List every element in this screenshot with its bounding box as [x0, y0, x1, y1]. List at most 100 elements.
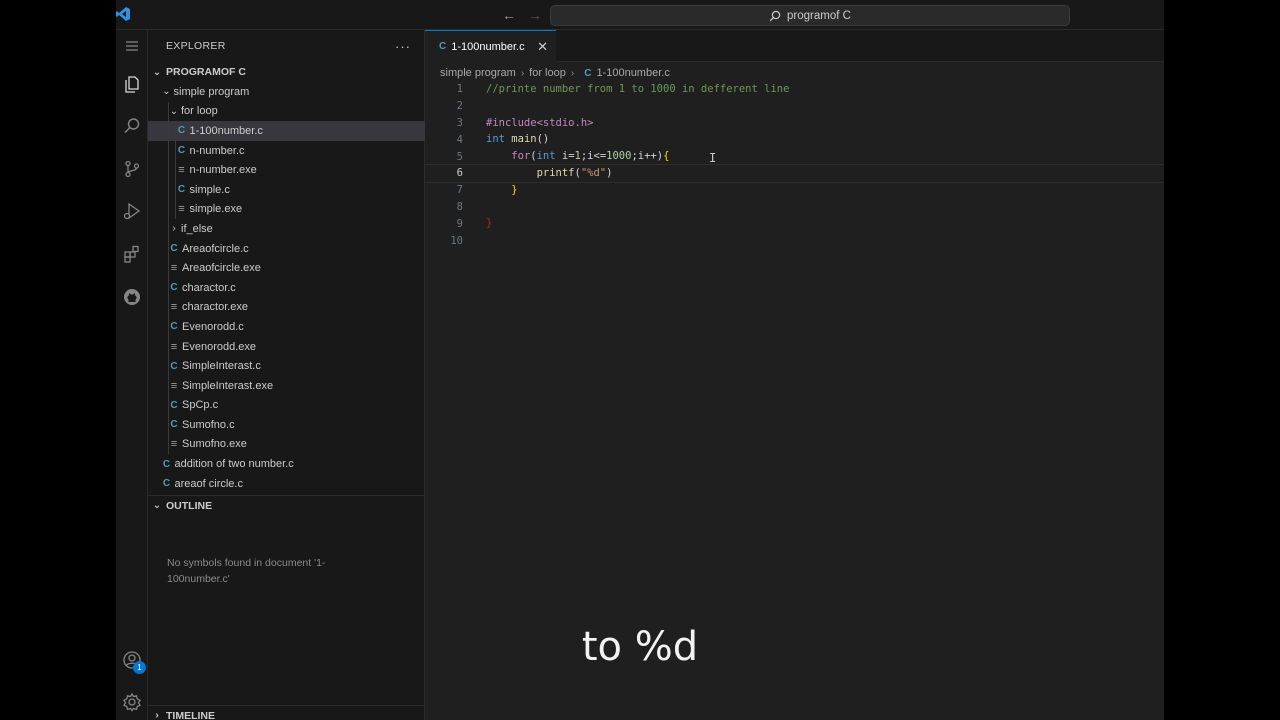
tree-item-label: n-number.c — [189, 144, 245, 157]
c-file-icon: C — [162, 458, 171, 470]
tree-item-label: addition of two number.c — [174, 458, 294, 471]
indent-guide — [175, 121, 176, 141]
indent-guide — [167, 140, 169, 161]
indent-guide — [167, 199, 169, 220]
c-file-icon: C — [170, 360, 178, 372]
more-actions-icon[interactable]: ··· — [395, 39, 411, 54]
line-number: 8 — [456, 200, 463, 213]
editor-area: C 1-100number.c ✕ simple program › for l… — [424, 30, 1164, 720]
indent-guide — [167, 179, 169, 200]
code-line[interactable]: 4 int main() — [425, 131, 1164, 148]
tree-folder[interactable]: ⌄ simple program — [148, 82, 425, 102]
tree-item-label: n-number.exe — [189, 164, 257, 177]
vscode-logo-icon[interactable] — [116, 6, 130, 22]
c-file-icon: C — [177, 145, 186, 157]
workspace-root-header[interactable]: ⌄ PROGRAMOF C — [148, 62, 425, 82]
tree-file[interactable]: ≡ SimpleInterast.exe — [148, 375, 425, 396]
tree-file[interactable]: C 1-100number.c — [148, 121, 425, 141]
c-file-icon: C — [170, 419, 178, 431]
indent-guide — [167, 121, 169, 141]
indent-guide — [167, 375, 169, 396]
tree-item-label: if_else — [181, 222, 213, 235]
menu-icon[interactable] — [116, 30, 148, 62]
tree-item-label: SimpleInterast.exe — [182, 379, 274, 392]
tree-item-label: simple.c — [189, 183, 230, 196]
timeline-header[interactable]: › TIMELINE — [148, 705, 425, 720]
chevron-down-icon: ⌄ — [152, 500, 162, 511]
tree-item-label: for loop — [181, 105, 218, 118]
code-editor[interactable]: 1 //printe number from 1 to 1000 in deffe… — [424, 81, 1164, 249]
tree-item-label: Evenorodd.c — [182, 320, 244, 333]
tree-item-label: SpCp.c — [182, 399, 219, 412]
tree-file[interactable]: ≡ Areaofcircle.exe — [148, 258, 425, 278]
chevron-down-icon: ⌄ — [169, 105, 179, 117]
indent-guide — [167, 317, 169, 337]
exe-file-icon: ≡ — [178, 164, 185, 177]
tree-file[interactable]: ≡ n-number.exe — [148, 160, 425, 180]
tree-folder[interactable]: ⌄ for loop — [148, 101, 425, 122]
source-control-icon[interactable] — [116, 153, 148, 185]
indent-guide — [167, 415, 169, 435]
tree-file[interactable]: C Evenorodd.c — [148, 317, 425, 337]
extensions-icon[interactable] — [116, 238, 148, 270]
workspace-root-label: PROGRAMOF C — [166, 66, 246, 78]
title-bar: ← → programof C — [116, 0, 1164, 30]
code-line[interactable]: 2 — [425, 98, 1164, 115]
tree-item-label: charactor.c — [182, 281, 236, 294]
code-line[interactable]: 5 for(int i=1;i<=1000;i++){ — [425, 148, 1164, 165]
breadcrumb-item[interactable]: 1-100number.c — [596, 67, 669, 79]
code-line[interactable]: 1 //printe number from 1 to 1000 in deffe… — [425, 81, 1164, 98]
search-icon — [769, 10, 781, 21]
tab-1-100number-c[interactable]: C 1-100number.c ✕ — [425, 30, 556, 62]
tree-file[interactable]: C Sumofno.c — [148, 415, 425, 435]
settings-gear-icon[interactable] — [116, 686, 148, 718]
close-icon[interactable]: ✕ — [537, 39, 548, 55]
line-number: 1 — [456, 83, 463, 96]
tree-item-label: charactor.exe — [182, 301, 249, 314]
exe-file-icon: ≡ — [170, 262, 178, 275]
tree-file[interactable]: ≡ Sumofno.exe — [148, 434, 425, 455]
search-icon[interactable] — [116, 110, 148, 142]
code-line[interactable]: 6 printf("%d") — [424, 163, 1164, 183]
code-line[interactable]: 10 — [425, 232, 1164, 249]
tree-file[interactable]: C Areaofcircle.c — [148, 238, 425, 259]
code-text: } — [511, 183, 518, 196]
tree-file[interactable]: Caddition of two number.c — [148, 454, 425, 474]
github-icon[interactable] — [116, 281, 148, 313]
tree-file[interactable]: Ccharactor.c — [148, 277, 425, 298]
tree-folder[interactable]: › if_else — [148, 219, 425, 239]
breadcrumb-item[interactable]: simple program — [440, 67, 516, 79]
tree-file[interactable]: Careaof circle.c — [148, 474, 425, 494]
tree-file[interactable]: C SimpleInterast.c — [148, 356, 425, 376]
c-file-icon: C — [170, 321, 178, 333]
code-line[interactable]: 9} — [425, 215, 1164, 232]
tree-file[interactable]: Cn-number.c — [148, 140, 425, 161]
tree-file[interactable]: ≡ simple.exe — [148, 199, 425, 220]
line-number: 5 — [456, 150, 463, 163]
back-arrow-icon[interactable]: ← — [500, 6, 518, 24]
tree-file[interactable]: ≡ charactor.exe — [148, 297, 425, 318]
outline-empty-message: No symbols found in document '1-100numbe… — [167, 557, 326, 585]
tree-file[interactable]: ≡ Evenorodd.exe — [148, 336, 425, 357]
chevron-right-icon: › — [520, 67, 525, 79]
breadcrumb-item[interactable]: for loop — [529, 67, 566, 79]
run-debug-icon[interactable] — [116, 195, 148, 227]
tree-file[interactable]: Csimple.c — [148, 179, 425, 200]
code-line[interactable]: 3 #include<stdio.h> — [425, 115, 1164, 132]
code-line[interactable]: 8 — [425, 199, 1164, 216]
explorer-title: EXPLORER — [166, 40, 226, 52]
forward-arrow-icon[interactable]: → — [526, 6, 544, 24]
activity-bar: 1 — [116, 30, 148, 720]
chevron-right-icon: › — [570, 67, 575, 79]
timeline-title: TIMELINE — [166, 709, 215, 720]
tree-file[interactable]: C SpCp.c — [148, 395, 425, 416]
explorer-files-icon[interactable] — [116, 68, 148, 100]
command-center-search[interactable]: programof C — [550, 5, 1070, 26]
explorer-sidebar: EXPLORER ··· ⌄ PROGRAMOF C ⌄ simple progr… — [148, 30, 425, 720]
c-file-icon: C — [177, 125, 186, 137]
chevron-right-icon: › — [172, 223, 176, 235]
breadcrumb: simple program › for loop › C 1-100numbe… — [440, 66, 670, 80]
outline-header[interactable]: ⌄ OUTLINE — [148, 495, 425, 515]
code-line[interactable]: 7 } — [425, 182, 1164, 199]
c-file-icon: C — [177, 184, 186, 196]
